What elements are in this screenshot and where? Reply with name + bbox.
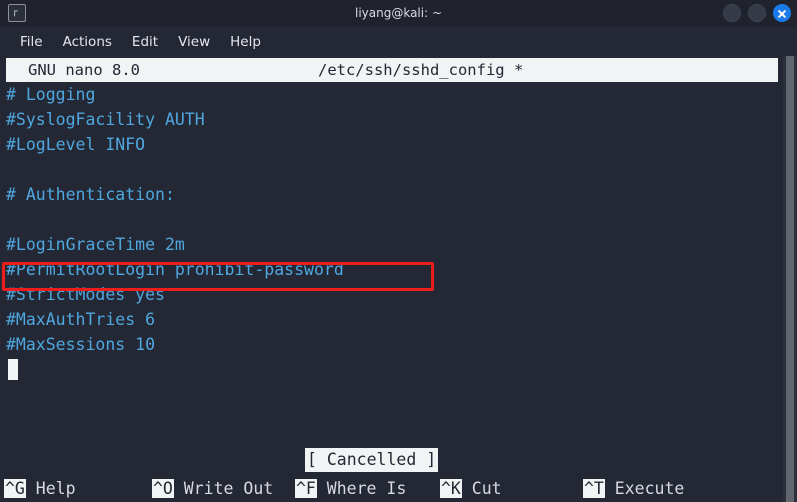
close-button[interactable]: [773, 4, 791, 22]
shortcut-key: ^F: [295, 479, 317, 498]
title-bar: ┌ liyang@kali: ~: [0, 0, 797, 27]
code-line: #LogLevel INFO: [6, 135, 146, 154]
text-cursor: [8, 359, 18, 380]
shortcut-label: Write Out: [173, 479, 274, 498]
nano-title-bar: GNU nano 8.0/etc/ssh/sshd_config *: [6, 58, 778, 82]
window-controls: [723, 4, 791, 22]
code-line: #LoginGraceTime 2m: [6, 235, 185, 254]
shortcut-where-is[interactable]: ^F Where Is: [295, 476, 406, 502]
scrollbar-thumb[interactable]: [786, 56, 794, 502]
shortcut-label: Execute: [604, 479, 685, 498]
minimize-button[interactable]: [723, 4, 741, 22]
status-message: [ Cancelled ]: [305, 448, 439, 472]
nano-filename: /etc/ssh/sshd_config *: [317, 61, 524, 79]
menu-item-help[interactable]: Help: [220, 32, 271, 52]
shortcut-key: ^O: [152, 479, 174, 498]
terminal-content[interactable]: GNU nano 8.0/etc/ssh/sshd_config * # Log…: [0, 56, 797, 502]
menu-bar: File Actions Edit View Help: [0, 27, 797, 56]
vertical-scrollbar[interactable]: [783, 56, 797, 502]
shortcut-key: ^K: [440, 479, 462, 498]
nano-version: GNU nano 8.0: [28, 61, 140, 79]
code-line: # Authentication:: [6, 185, 175, 204]
shortcut-key: ^T: [583, 479, 605, 498]
code-line: # Logging: [6, 85, 96, 104]
code-line-permitrootlogin: #PermitRootLogin prohibit-password: [6, 260, 344, 279]
code-line: #MaxSessions 10: [6, 335, 156, 354]
menu-item-file[interactable]: File: [10, 32, 53, 52]
code-line: #SyslogFacility AUTH: [6, 110, 205, 129]
maximize-button[interactable]: [748, 4, 766, 22]
shortcut-execute[interactable]: ^T Execute: [583, 476, 684, 502]
menu-item-actions[interactable]: Actions: [53, 32, 122, 52]
window-title: liyang@kali: ~: [354, 6, 443, 20]
shortcut-cut[interactable]: ^K Cut: [440, 476, 502, 502]
editor-text-area[interactable]: # Logging #SyslogFacility AUTH #LogLevel…: [0, 82, 783, 442]
menu-item-view[interactable]: View: [168, 32, 220, 52]
shortcut-row-1: ^G Help ^O Write Out ^F Where Is ^K Cut …: [0, 476, 783, 502]
shortcut-label: Help: [25, 479, 76, 498]
code-line: #MaxAuthTries 6: [6, 310, 156, 329]
shortcut-bar: ^G Help ^O Write Out ^F Where Is ^K Cut …: [0, 474, 783, 502]
shortcut-write-out[interactable]: ^O Write Out: [152, 476, 273, 502]
shortcut-key: ^G: [4, 479, 26, 498]
terminal-window: ┌ liyang@kali: ~ File Actions Edit View …: [0, 0, 797, 502]
menu-item-edit[interactable]: Edit: [122, 32, 168, 52]
shortcut-help[interactable]: ^G Help: [4, 476, 76, 502]
code-line: #StrictModes yes: [6, 285, 165, 304]
shortcut-label: Where Is: [316, 479, 407, 498]
shortcut-label: Cut: [461, 479, 502, 498]
